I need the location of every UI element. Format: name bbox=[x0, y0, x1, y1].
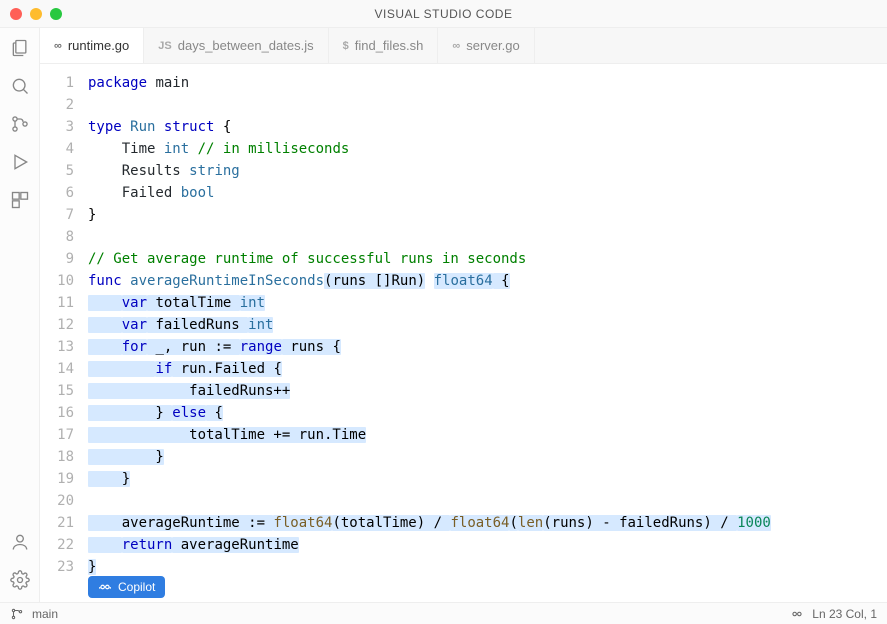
status-bar: main Ln 23 Col, 1 bbox=[0, 602, 887, 624]
line-number: 1 bbox=[40, 72, 74, 94]
files-icon[interactable] bbox=[8, 36, 32, 60]
line-number-gutter: 1234567891011121314151617181920212223 bbox=[40, 72, 88, 602]
search-icon[interactable] bbox=[8, 74, 32, 98]
main-row: ∞ runtime.go JS days_between_dates.js $ find_… bbox=[0, 28, 887, 602]
titlebar: VISUAL STUDIO CODE bbox=[0, 0, 887, 28]
code-line[interactable]: } bbox=[88, 446, 887, 468]
branch-name[interactable]: main bbox=[32, 607, 58, 621]
tab-days-between-dates-js[interactable]: JS days_between_dates.js bbox=[144, 28, 328, 63]
code-line[interactable]: // Get average runtime of successful run… bbox=[88, 248, 887, 270]
line-number: 14 bbox=[40, 358, 74, 380]
line-number: 3 bbox=[40, 116, 74, 138]
tab-label: server.go bbox=[466, 38, 519, 53]
line-number: 9 bbox=[40, 248, 74, 270]
code-line[interactable]: type Run struct { bbox=[88, 116, 887, 138]
tab-runtime-go[interactable]: ∞ runtime.go bbox=[40, 28, 144, 63]
code-line[interactable]: } else { bbox=[88, 402, 887, 424]
app-title: VISUAL STUDIO CODE bbox=[0, 7, 887, 21]
line-number: 22 bbox=[40, 534, 74, 556]
tab-label: find_files.sh bbox=[355, 38, 424, 53]
code-line[interactable]: } bbox=[88, 468, 887, 490]
code-line[interactable]: for _, run := range runs { bbox=[88, 336, 887, 358]
line-number: 21 bbox=[40, 512, 74, 534]
editor-area: ∞ runtime.go JS days_between_dates.js $ find_… bbox=[40, 28, 887, 602]
code-line[interactable]: var totalTime int bbox=[88, 292, 887, 314]
code-line[interactable]: if run.Failed { bbox=[88, 358, 887, 380]
line-number: 12 bbox=[40, 314, 74, 336]
line-number: 11 bbox=[40, 292, 74, 314]
file-type-go-icon: ∞ bbox=[452, 40, 460, 52]
code-editor[interactable]: 1234567891011121314151617181920212223 pa… bbox=[40, 64, 887, 602]
code-line[interactable]: averageRuntime := float64(totalTime) / f… bbox=[88, 512, 887, 534]
code-line[interactable]: totalTime += run.Time bbox=[88, 424, 887, 446]
branch-icon[interactable] bbox=[10, 607, 24, 621]
line-number: 17 bbox=[40, 424, 74, 446]
extensions-icon[interactable] bbox=[8, 188, 32, 212]
tab-server-go[interactable]: ∞ server.go bbox=[438, 28, 534, 63]
file-type-sh-icon: $ bbox=[343, 40, 349, 52]
line-number: 7 bbox=[40, 204, 74, 226]
line-number: 23 bbox=[40, 556, 74, 578]
file-type-go-icon: ∞ bbox=[54, 40, 62, 52]
code-line[interactable] bbox=[88, 490, 887, 512]
activity-bar bbox=[0, 28, 40, 602]
line-number: 2 bbox=[40, 94, 74, 116]
code-content[interactable]: package main type Run struct { Time int /… bbox=[88, 72, 887, 602]
line-number: 4 bbox=[40, 138, 74, 160]
code-line[interactable]: } bbox=[88, 556, 887, 578]
run-debug-icon[interactable] bbox=[8, 150, 32, 174]
code-line[interactable]: Results string bbox=[88, 160, 887, 182]
code-line[interactable] bbox=[88, 226, 887, 248]
code-line[interactable]: package main bbox=[88, 72, 887, 94]
line-number: 5 bbox=[40, 160, 74, 182]
copilot-status-icon[interactable] bbox=[790, 607, 804, 621]
code-line[interactable]: func averageRuntimeInSeconds(runs []Run)… bbox=[88, 270, 887, 292]
code-line[interactable]: } bbox=[88, 204, 887, 226]
code-line[interactable]: Failed bool bbox=[88, 182, 887, 204]
line-number: 20 bbox=[40, 490, 74, 512]
line-number: 13 bbox=[40, 336, 74, 358]
copilot-label: Copilot bbox=[118, 580, 155, 594]
tab-find-files-sh[interactable]: $ find_files.sh bbox=[329, 28, 439, 63]
copilot-button[interactable]: Copilot bbox=[88, 576, 165, 598]
tab-bar: ∞ runtime.go JS days_between_dates.js $ find_… bbox=[40, 28, 887, 64]
line-number: 6 bbox=[40, 182, 74, 204]
line-number: 15 bbox=[40, 380, 74, 402]
code-line[interactable]: return averageRuntime bbox=[88, 534, 887, 556]
code-line[interactable]: Time int // in milliseconds bbox=[88, 138, 887, 160]
line-number: 10 bbox=[40, 270, 74, 292]
source-control-icon[interactable] bbox=[8, 112, 32, 136]
file-type-js-icon: JS bbox=[158, 40, 171, 52]
tab-label: runtime.go bbox=[68, 38, 129, 53]
settings-gear-icon[interactable] bbox=[8, 568, 32, 592]
line-number: 8 bbox=[40, 226, 74, 248]
code-line[interactable]: failedRuns++ bbox=[88, 380, 887, 402]
code-line[interactable] bbox=[88, 94, 887, 116]
line-number: 18 bbox=[40, 446, 74, 468]
tab-label: days_between_dates.js bbox=[178, 38, 314, 53]
line-number: 16 bbox=[40, 402, 74, 424]
copilot-icon bbox=[98, 580, 112, 594]
code-line[interactable]: var failedRuns int bbox=[88, 314, 887, 336]
cursor-position[interactable]: Ln 23 Col, 1 bbox=[812, 607, 877, 621]
accounts-icon[interactable] bbox=[8, 530, 32, 554]
line-number: 19 bbox=[40, 468, 74, 490]
